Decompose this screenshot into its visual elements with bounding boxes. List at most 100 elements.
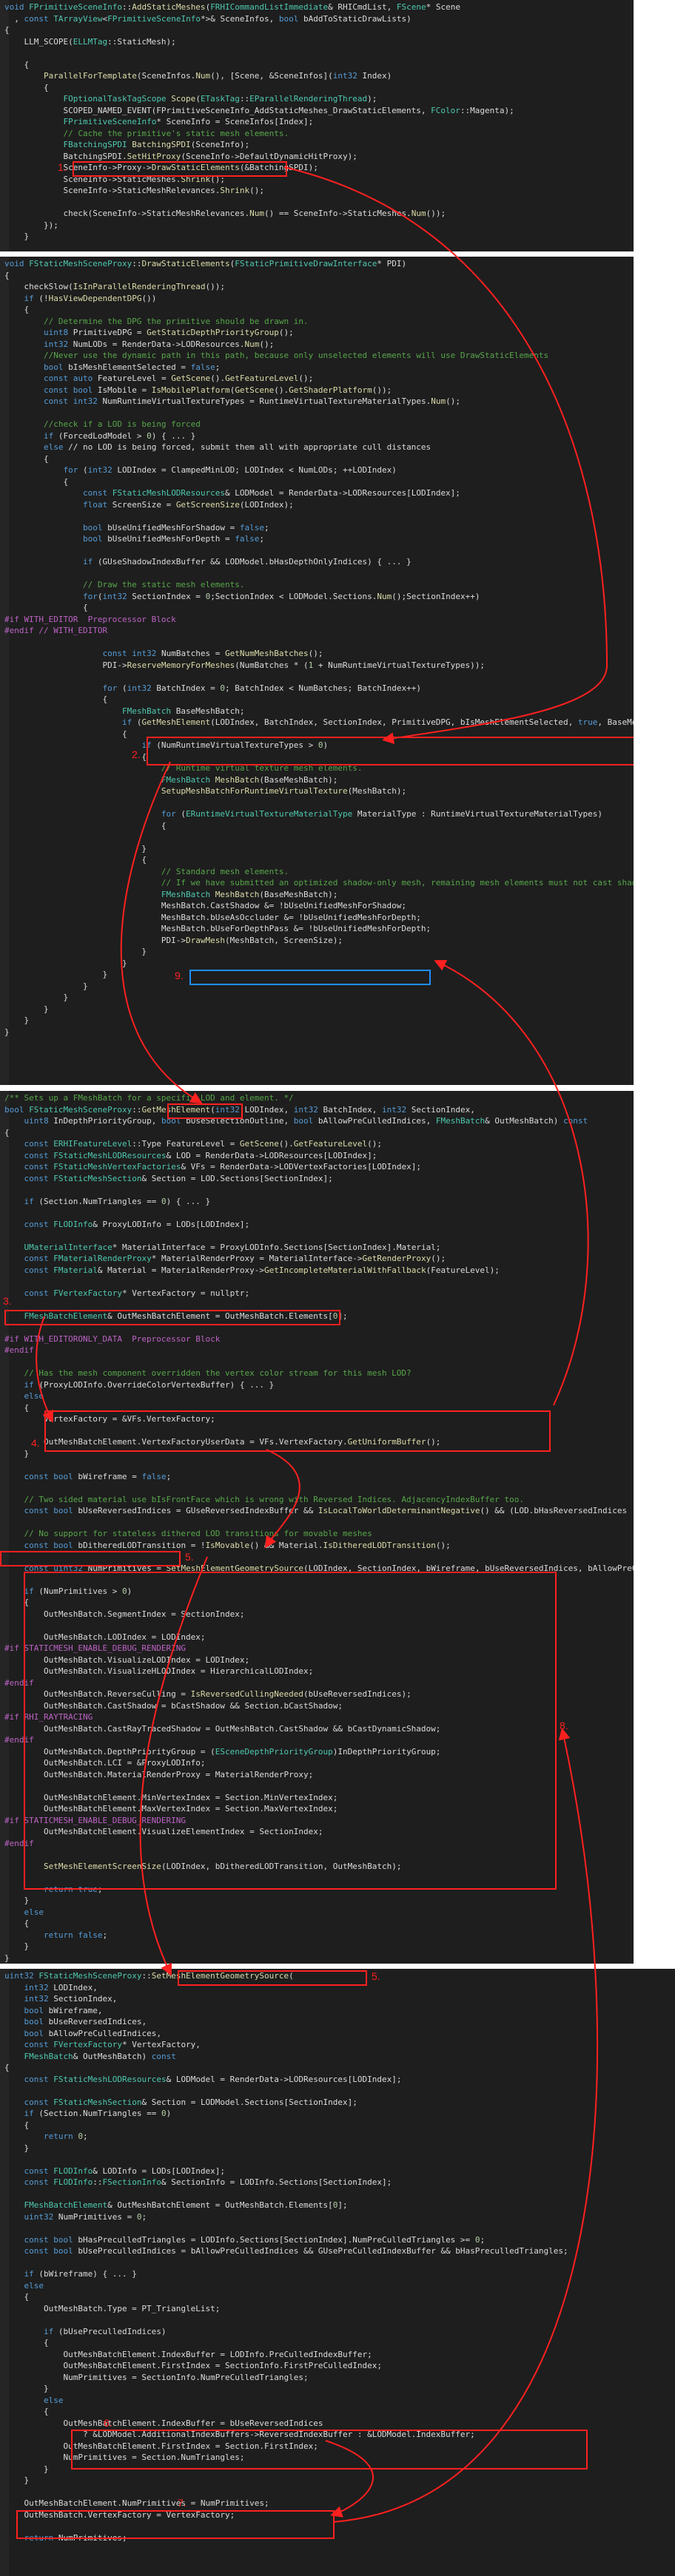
code-line: #endif: [4, 1345, 34, 1355]
code-line: {: [4, 603, 88, 612]
code-line: {: [4, 2120, 30, 2130]
code-line: // Two sided material use bIsFrontFace w…: [4, 1494, 524, 1504]
code-line: for (int32 BatchIndex = 0; BatchIndex < …: [102, 683, 421, 693]
code-line: const FMaterialRenderProxy* MaterialRend…: [24, 1254, 446, 1263]
code-line: // Draw the static mesh elements.: [4, 580, 245, 589]
code-line: }: [4, 843, 147, 853]
code-line: FMeshBatch& OutMeshBatch) const: [24, 2051, 176, 2061]
code-line: check(SceneInfo->StaticMeshRelevances.Nu…: [4, 209, 446, 218]
code-line: {: [4, 2292, 30, 2302]
highlight-draw-static-elements: [73, 161, 287, 177]
code-line: #if WITH_EDITORONLY_DATA Preprocessor Bl…: [4, 1333, 221, 1344]
code-line: SetupMeshBatchForRuntimeVirtualTexture(M…: [161, 786, 407, 796]
code-line: // Standard mesh elements.: [4, 866, 289, 876]
code-line: if (GUseShadowIndexBuffer && LODModel.bH…: [82, 557, 412, 567]
code-line: {: [4, 305, 30, 314]
code-line: else: [24, 1391, 44, 1401]
code-line: // If we have submitted an optimized sha…: [4, 878, 634, 888]
code-line: OutMeshBatchElement.IndexBuffer = bUseRe…: [4, 2418, 323, 2428]
code-line: }: [4, 231, 30, 241]
code-line: }: [4, 1953, 10, 1963]
code-block: void FStaticMeshSceneProxy::DrawStaticEl…: [4, 258, 634, 1038]
code-line: else: [43, 2395, 64, 2405]
code-line: {: [4, 82, 49, 92]
code-line: {: [4, 59, 30, 70]
code-line: {: [4, 2063, 10, 2072]
code-line: const bool bDitheredLODTransition = !IsM…: [24, 1540, 451, 1550]
code-line: for (int32 LODIndex = ClampedMinLOD; LOD…: [63, 465, 397, 475]
code-line: //Never use the dynamic path in this pat…: [4, 351, 549, 360]
annotation-label-5: 5.: [185, 1551, 194, 1563]
code-line: if (ForcedLodModel > 0) { ... }: [43, 430, 196, 441]
code-line: FMeshBatch MeshBatch(BaseMeshBatch);: [161, 889, 338, 899]
code-line: // Determine the DPG the primitive shoul…: [4, 316, 309, 326]
highlight-get-mesh-element-signature: [167, 1103, 243, 1119]
code-line: uint8 PrimitiveDPG = GetStaticDepthPrior…: [43, 328, 294, 337]
highlight-num-primitives-assign: [16, 2510, 335, 2539]
code-line: const FVertexFactory* VertexFactory = nu…: [24, 1288, 250, 1298]
code-line: FMeshBatch MeshBatch(BaseMeshBatch);: [161, 774, 338, 785]
code-line: float ScreenSize = GetScreenSize(LODInde…: [82, 499, 294, 510]
code-line: PDI->ReserveMemoryForMeshes(NumBatches *…: [4, 660, 486, 670]
code-line: #if WITH_EDITOR Preprocessor Block: [4, 614, 176, 624]
code-line: MeshBatch.bUseForDepthPass &= !bUseUnifi…: [4, 924, 431, 933]
annotation-label-9: 9.: [175, 970, 184, 981]
code-line: bool bUseUnifiedMeshForShadow = false;: [82, 522, 269, 533]
highlight-out-mesh-batch-element: [4, 1310, 340, 1325]
code-line: const FStaticMeshLODResources& LODModel …: [82, 488, 460, 498]
code-line: {: [4, 270, 10, 280]
annotation-label-1: 1.: [58, 161, 67, 173]
code-line: for (ERuntimeVirtualTextureMaterialType …: [161, 809, 602, 819]
code-line: if (Section.NumTriangles == 0) { ... }: [24, 1196, 211, 1206]
code-line: FMeshBatchElement& OutMeshBatchElement =…: [24, 2200, 348, 2210]
code-line: , const TArrayView<FPrimitiveSceneInfo*>…: [4, 13, 412, 24]
code-line: BatchingSPDI.SetHitProxy(SceneInfo->Defa…: [4, 151, 357, 161]
code-line: #endif // WITH_EDITOR: [4, 626, 108, 635]
highlight-set-mesh-element-geometry-source-call: [0, 1551, 181, 1566]
code-line: const bool bUsePreculledIndices = bAllow…: [24, 2246, 568, 2256]
code-line: checkSlow(IsInParallelRenderingThread())…: [4, 282, 226, 291]
code-line: int32 SectionIndex,: [24, 1994, 118, 2004]
code-line: {: [4, 820, 167, 831]
code-line: void FPrimitiveSceneInfo::AddStaticMeshe…: [4, 2, 460, 12]
code-line: const bool bHasPreculledTriangles = LODI…: [24, 2234, 486, 2245]
code-line: }: [4, 1027, 10, 1037]
code-line: else: [24, 1907, 44, 1917]
code-panel-add-static-meshes: void FPrimitiveSceneInfo::AddStaticMeshe…: [0, 0, 634, 251]
code-line: FBatchingSPDI BatchingSPDI(SceneInfo);: [63, 140, 250, 149]
code-line: OutMeshBatchElement.IndexBuffer = LODInf…: [4, 2349, 372, 2359]
code-line: const bool bWireframe = false;: [24, 1471, 172, 1481]
code-line: FPrimitiveSceneInfo* SceneInfo = SceneIn…: [63, 117, 314, 126]
code-line: }: [4, 1004, 49, 1014]
code-line: {: [4, 694, 108, 704]
code-line: if (!HasViewDependentDPG()): [24, 293, 157, 303]
annotation-label-3: 3.: [3, 1295, 12, 1307]
highlight-get-mesh-element-call: [147, 737, 634, 765]
code-line: bool bWireframe,: [24, 2005, 103, 2015]
code-line: }: [4, 1896, 30, 1905]
code-line: const int32 NumRuntimeVirtualTextureType…: [43, 396, 460, 406]
code-line: OutMeshBatch.Type = PT_TriangleList;: [4, 2303, 221, 2313]
annotation-label-2: 2.: [132, 748, 141, 760]
code-line: const FMaterial& Material = MaterialRend…: [24, 1265, 500, 1275]
code-line: if (ProxyLODInfo.OverrideColorVertexBuff…: [24, 1379, 275, 1390]
highlight-reversed-index-buffer: [71, 2430, 588, 2469]
code-line: const int32 NumBatches = GetNumMeshBatch…: [102, 649, 323, 658]
code-line: const FStaticMeshSection& Section = LODM…: [24, 2097, 357, 2107]
annotation-label-7: 7.: [178, 2497, 187, 2509]
code-line: if (Section.NumTriangles == 0): [24, 2109, 172, 2118]
code-line: {: [4, 2338, 49, 2347]
code-line: //check if a LOD is being forced: [4, 419, 201, 429]
